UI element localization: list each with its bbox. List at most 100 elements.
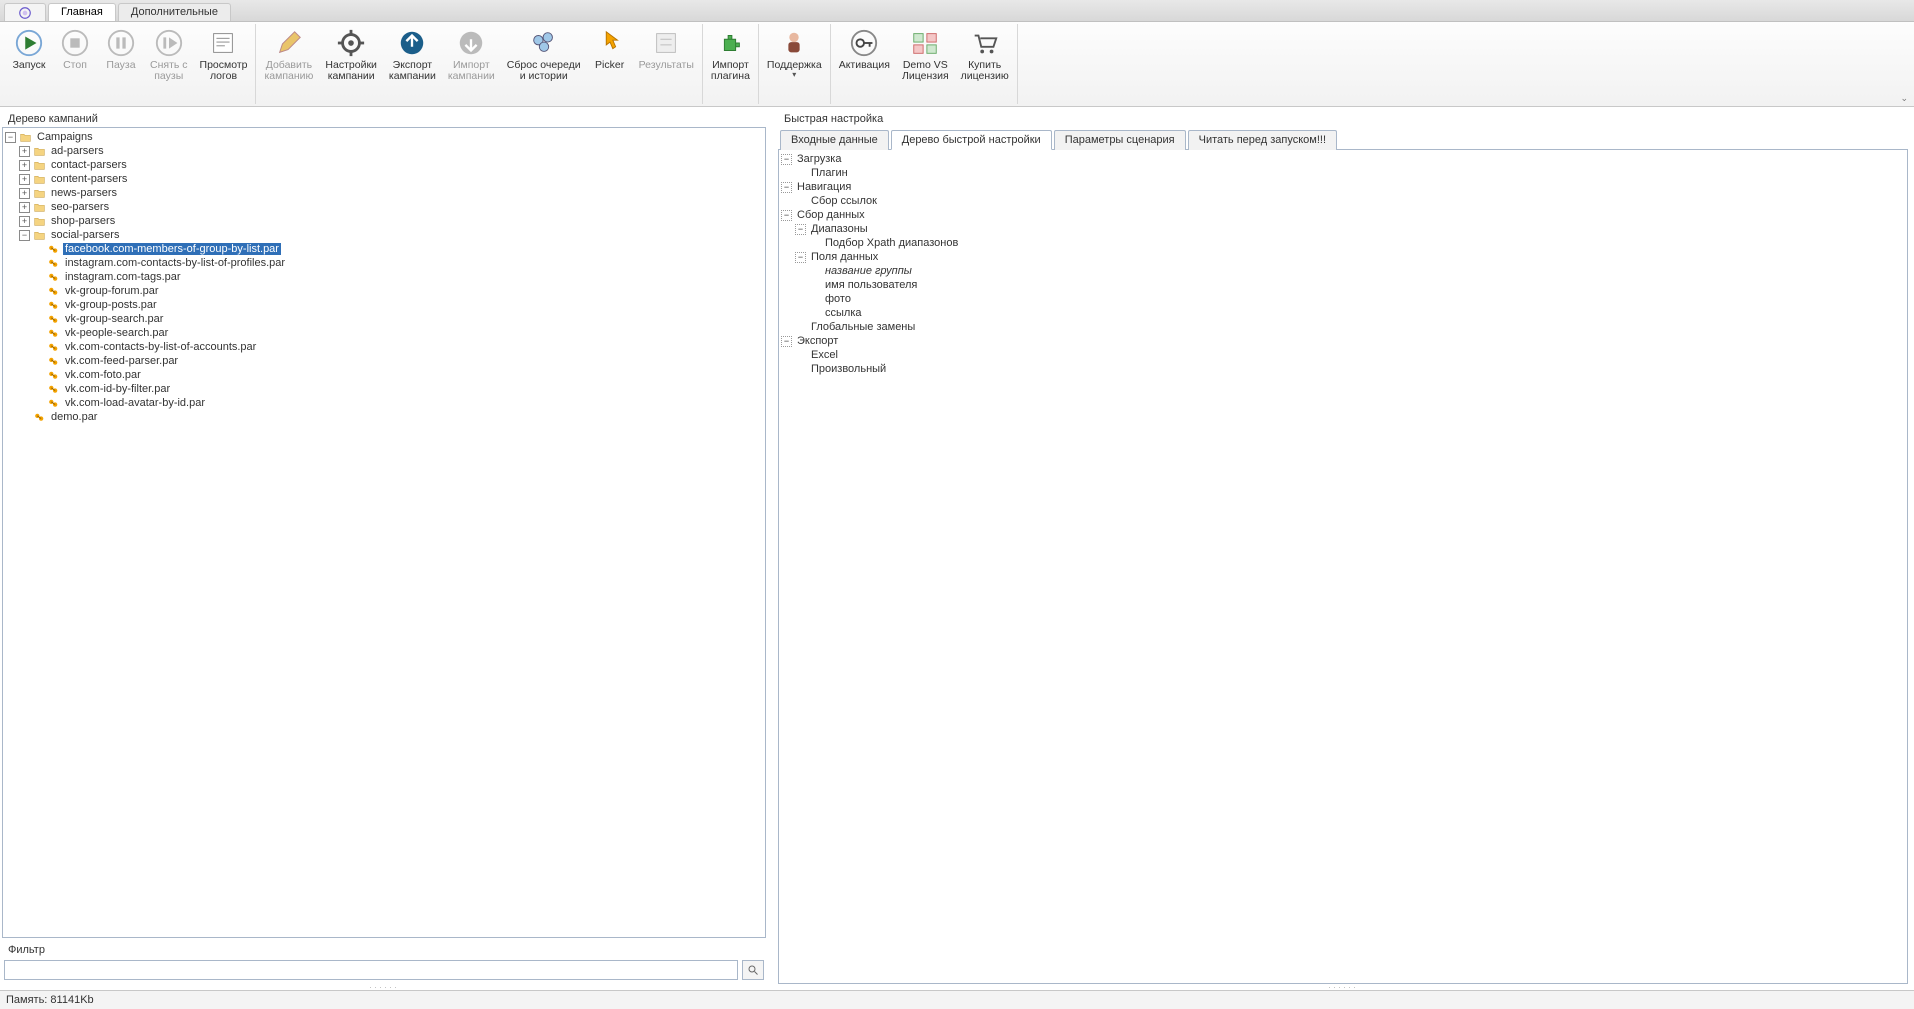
tree-folder[interactable]: +seo-parsers: [17, 200, 765, 214]
tree-node[interactable]: Произвольный: [793, 362, 1907, 376]
tree-label: Диапазоны: [809, 223, 870, 235]
tree-file[interactable]: vk.com-foto.par: [31, 368, 765, 382]
tree-folder[interactable]: +content-parsers: [17, 172, 765, 186]
tree-file[interactable]: instagram.com-contacts-by-list-of-profil…: [31, 256, 765, 270]
tree-file[interactable]: vk-group-search.par: [31, 312, 765, 326]
picker-button[interactable]: Picker: [587, 24, 633, 104]
campaigns-panel-title: Дерево кампаний: [2, 111, 766, 127]
tree-node[interactable]: имя пользователя: [807, 278, 1907, 292]
support-button[interactable]: Поддержка ▾: [761, 24, 828, 104]
tree-folder[interactable]: +ad-parsers: [17, 144, 765, 158]
tree-node[interactable]: Сбор ссылок: [793, 194, 1907, 208]
ribbon: Запуск Стоп Пауза Снять с паузы Просмотр…: [0, 22, 1914, 107]
search-icon: [747, 964, 759, 976]
tree-label: contact-parsers: [49, 159, 129, 171]
campaign-settings-button[interactable]: Настройки кампании: [319, 24, 383, 104]
export-icon: [397, 28, 427, 58]
tree-label: Подбор Xpath диапазонов: [823, 237, 960, 249]
tree-node[interactable]: −Сбор данных: [779, 208, 1907, 222]
parser-file-icon: [47, 355, 60, 368]
tree-label: фото: [823, 293, 853, 305]
tree-node[interactable]: −Диапазоны: [793, 222, 1907, 236]
tree-file[interactable]: vk-people-search.par: [31, 326, 765, 340]
tree-file[interactable]: vk-group-posts.par: [31, 298, 765, 312]
main-content: Дерево кампаний −Campaigns+ad-parsers+co…: [0, 107, 1914, 990]
quick-tab[interactable]: Параметры сценария: [1054, 130, 1186, 150]
tree-node[interactable]: Глобальные замены: [793, 320, 1907, 334]
tree-folder[interactable]: +contact-parsers: [17, 158, 765, 172]
tree-file[interactable]: vk.com-feed-parser.par: [31, 354, 765, 368]
tree-node[interactable]: Плагин: [793, 166, 1907, 180]
tree-file[interactable]: vk.com-contacts-by-list-of-accounts.par: [31, 340, 765, 354]
tree-folder[interactable]: +news-parsers: [17, 186, 765, 200]
tree-node[interactable]: −Загрузка: [779, 152, 1907, 166]
import-campaign-button: Импорт кампании: [442, 24, 501, 104]
tree-label: vk.com-id-by-filter.par: [63, 383, 172, 395]
tree-node[interactable]: ссылка: [807, 306, 1907, 320]
tree-label: vk.com-load-avatar-by-id.par: [63, 397, 207, 409]
tree-node[interactable]: −Экспорт: [779, 334, 1907, 348]
parser-file-icon: [47, 257, 60, 270]
folder-icon: [33, 187, 46, 200]
quick-settings-title: Быстрая настройка: [778, 111, 1908, 127]
parser-file-icon: [47, 327, 60, 340]
tree-node[interactable]: название группы: [807, 264, 1907, 278]
tree-node[interactable]: −Навигация: [779, 180, 1907, 194]
parser-file-icon: [47, 243, 60, 256]
reset-queue-button[interactable]: Сброс очереди и истории: [501, 24, 587, 104]
unpause-button: Снять с паузы: [144, 24, 194, 104]
tree-node[interactable]: Excel: [793, 348, 1907, 362]
tab-main[interactable]: Главная: [48, 3, 116, 21]
tree-folder[interactable]: +shop-parsers: [17, 214, 765, 228]
tree-node-root[interactable]: −Campaigns: [3, 130, 765, 144]
tree-label: имя пользователя: [823, 279, 919, 291]
quick-settings-tree-box[interactable]: −ЗагрузкаПлагин−НавигацияСбор ссылок−Сбо…: [778, 150, 1908, 984]
buy-license-button[interactable]: Купить лицензию: [955, 24, 1015, 104]
filter-search-button[interactable]: [742, 960, 764, 980]
folder-icon: [33, 201, 46, 214]
start-button[interactable]: Запуск: [6, 24, 52, 104]
results-icon: [651, 28, 681, 58]
tree-node[interactable]: фото: [807, 292, 1907, 306]
tree-label: demo.par: [49, 411, 99, 423]
tree-node[interactable]: −Поля данных: [793, 250, 1907, 264]
import-plugin-button[interactable]: Импорт плагина: [705, 24, 756, 104]
ribbon-expand-icon[interactable]: ⌄: [1900, 93, 1908, 104]
quick-tab[interactable]: Читать перед запуском!!!: [1188, 130, 1337, 150]
tree-node[interactable]: Подбор Xpath диапазонов: [807, 236, 1907, 250]
folder-icon: [19, 131, 32, 144]
tree-file[interactable]: vk-group-forum.par: [31, 284, 765, 298]
activation-button[interactable]: Активация: [833, 24, 896, 104]
tree-label: vk-group-posts.par: [63, 299, 159, 311]
campaigns-tree-box[interactable]: −Campaigns+ad-parsers+contact-parsers+co…: [2, 127, 766, 938]
app-icon[interactable]: [4, 3, 46, 21]
export-campaign-button[interactable]: Экспорт кампании: [383, 24, 442, 104]
compare-icon: [910, 28, 940, 58]
quick-tab[interactable]: Входные данные: [780, 130, 889, 150]
folder-icon: [33, 173, 46, 186]
tree-file[interactable]: facebook.com-members-of-group-by-list.pa…: [31, 242, 765, 256]
demo-vs-license-button[interactable]: Demo VS Лицензия: [896, 24, 955, 104]
filter-input[interactable]: [4, 960, 738, 980]
tree-label: instagram.com-tags.par: [63, 271, 183, 283]
tree-file[interactable]: vk.com-id-by-filter.par: [31, 382, 765, 396]
parser-file-icon: [47, 341, 60, 354]
tree-label: ad-parsers: [49, 145, 106, 157]
quick-tab[interactable]: Дерево быстрой настройки: [891, 130, 1052, 150]
tree-file[interactable]: instagram.com-tags.par: [31, 270, 765, 284]
tree-file[interactable]: demo.par: [17, 410, 765, 424]
tree-label: content-parsers: [49, 173, 129, 185]
folder-icon: [33, 229, 46, 242]
tree-folder[interactable]: −social-parsers: [17, 228, 765, 242]
results-button: Результаты: [633, 24, 700, 104]
support-icon: [779, 28, 809, 58]
tree-file[interactable]: vk.com-load-avatar-by-id.par: [31, 396, 765, 410]
tab-extra[interactable]: Дополнительные: [118, 3, 231, 21]
view-logs-button[interactable]: Просмотр логов: [194, 24, 254, 104]
filter-title: Фильтр: [2, 942, 766, 958]
picker-icon: [595, 28, 625, 58]
campaigns-panel: Дерево кампаний −Campaigns+ad-parsers+co…: [2, 111, 766, 990]
tree-label: vk.com-foto.par: [63, 369, 143, 381]
chevron-down-icon[interactable]: ▾: [792, 72, 796, 78]
folder-icon: [33, 159, 46, 172]
